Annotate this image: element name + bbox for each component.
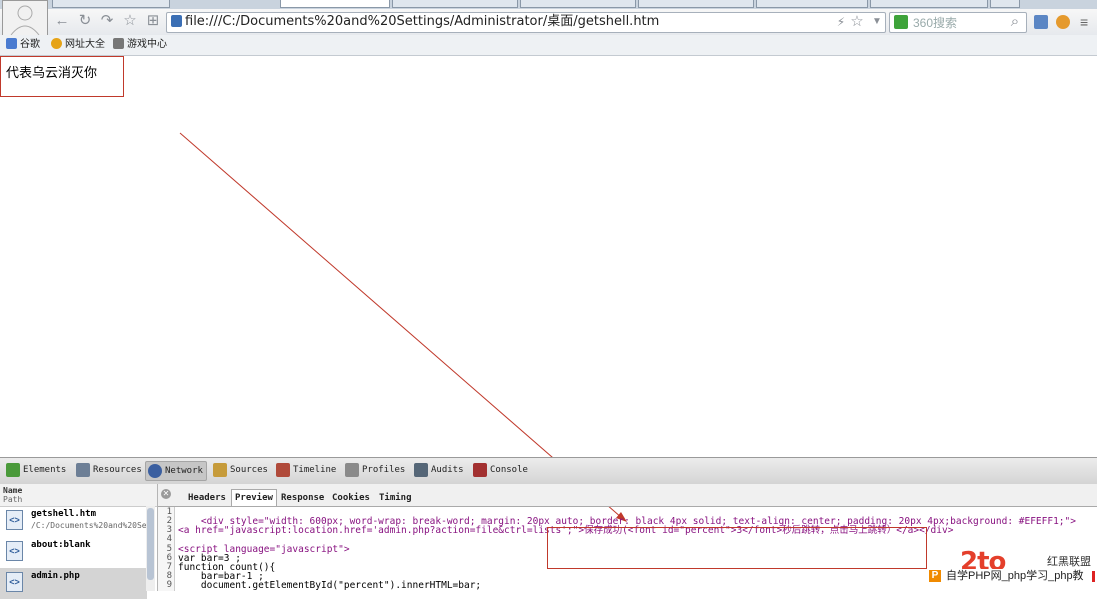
tab-timeline[interactable]: Timeline	[274, 461, 336, 479]
request-list-header: Name Path	[0, 484, 157, 507]
path-column-header: Path	[3, 495, 23, 504]
tab-preview[interactable]: Preview	[231, 489, 277, 506]
audits-icon	[414, 463, 428, 477]
request-name: admin.php	[31, 571, 80, 581]
tab-sources[interactable]: Sources	[211, 461, 268, 479]
tab-elements[interactable]: Elements	[4, 461, 66, 479]
watermark-text: 自学PHP网_php学习_php教	[946, 570, 1084, 582]
network-icon	[148, 464, 162, 478]
tab-timing[interactable]: Timing	[376, 490, 415, 506]
tab-network[interactable]: Network	[145, 461, 207, 481]
line-number: 9	[166, 580, 172, 590]
tab-audits[interactable]: Audits	[412, 461, 464, 479]
request-name: getshell.htm	[31, 509, 97, 519]
tab-cookies[interactable]: Cookies	[329, 490, 373, 506]
line-number: 4	[166, 534, 172, 544]
profiles-icon	[345, 463, 359, 477]
document-icon: <>	[6, 541, 23, 561]
highlight-box	[547, 527, 927, 569]
document-icon: <>	[6, 572, 23, 592]
request-row[interactable]: <> getshell.htm /C:/Documents%20and%20Se	[0, 506, 147, 537]
request-row[interactable]: <> about:blank	[0, 537, 147, 568]
sources-icon	[213, 463, 227, 477]
close-icon[interactable]: ✕	[161, 489, 171, 499]
request-path: /C:/Documents%20and%20Se	[31, 521, 147, 530]
timeline-icon	[276, 463, 290, 477]
tab-profiles[interactable]: Profiles	[343, 461, 405, 479]
tab-resources[interactable]: Resources	[74, 461, 142, 479]
watermark-accent	[1092, 571, 1095, 582]
elements-icon	[6, 463, 20, 477]
request-row-selected[interactable]: <> admin.php	[0, 568, 147, 599]
resources-icon	[76, 463, 90, 477]
document-icon: <>	[6, 510, 23, 530]
console-icon	[473, 463, 487, 477]
scrollbar-thumb[interactable]	[147, 508, 154, 580]
watermark-badge: P	[929, 570, 941, 582]
request-name: about:blank	[31, 540, 91, 550]
tab-headers[interactable]: Headers	[185, 490, 229, 506]
tab-console[interactable]: Console	[471, 461, 528, 479]
watermark-brand: 红黑联盟	[1047, 556, 1091, 568]
tab-response[interactable]: Response	[278, 490, 327, 506]
code-line: document.getElementById("percent").inner…	[178, 580, 482, 591]
name-column-header[interactable]: Name	[3, 486, 22, 495]
